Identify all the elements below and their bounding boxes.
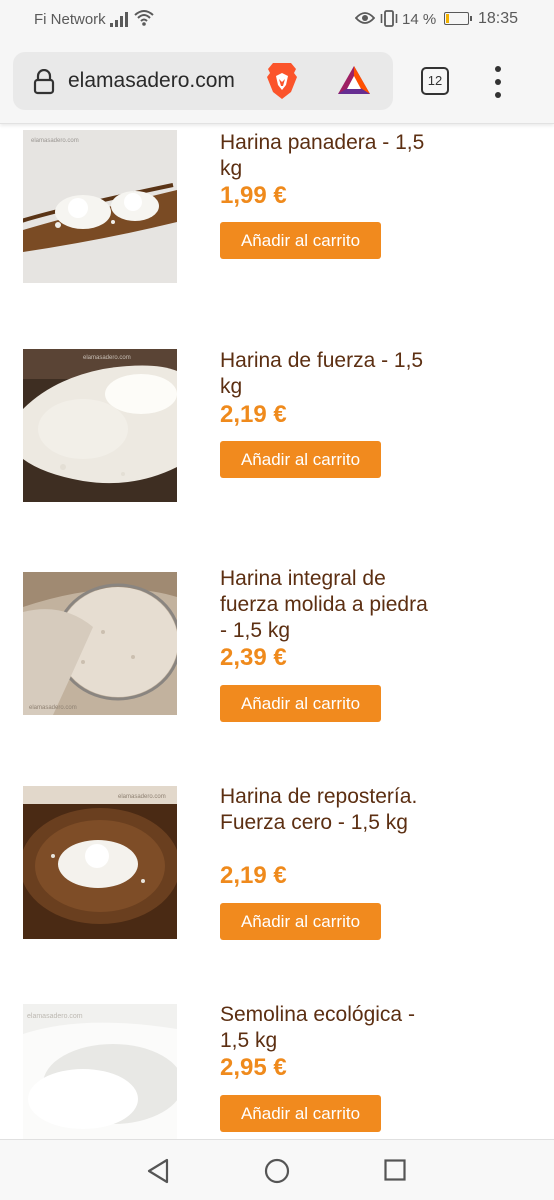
recent-apps-icon[interactable] bbox=[384, 1159, 406, 1181]
product-image[interactable]: elamasadero.com bbox=[23, 349, 177, 502]
product-list: elamasadero.com Harina panadera - 1,5 kg… bbox=[0, 124, 554, 1139]
vibrate-icon bbox=[380, 10, 398, 27]
battery-level-fill bbox=[446, 14, 450, 23]
brave-shields-icon[interactable] bbox=[265, 61, 299, 101]
url-text[interactable]: elamasadero.com bbox=[68, 69, 260, 93]
home-icon[interactable] bbox=[264, 1158, 290, 1184]
image-watermark: elamasadero.com bbox=[83, 355, 131, 361]
product-image[interactable]: elamasadero.com bbox=[23, 1004, 177, 1139]
status-bar: Fi Network 14 % 18:35 bbox=[0, 0, 554, 40]
signal-icon bbox=[110, 11, 130, 27]
product-title[interactable]: Harina de fuerza - 1,5 kg bbox=[220, 348, 430, 400]
add-to-cart-button[interactable]: Añadir al carrito bbox=[220, 903, 381, 940]
clock: 18:35 bbox=[478, 10, 519, 27]
product-image[interactable]: elamasadero.com bbox=[23, 130, 177, 283]
product-price: 1,99 € bbox=[220, 182, 287, 209]
product-price: 2,95 € bbox=[220, 1054, 287, 1081]
battery-icon bbox=[444, 12, 472, 25]
overflow-menu-icon[interactable] bbox=[488, 66, 508, 98]
product-title[interactable]: Harina integral de fuerza molida a piedr… bbox=[220, 566, 430, 644]
product-image[interactable]: elamasadero.com bbox=[23, 572, 177, 715]
add-to-cart-button[interactable]: Añadir al carrito bbox=[220, 1095, 381, 1132]
product-title[interactable]: Harina panadera - 1,5 kg bbox=[220, 130, 430, 182]
add-to-cart-button[interactable]: Añadir al carrito bbox=[220, 685, 381, 722]
product-price: 2,19 € bbox=[220, 862, 287, 889]
image-watermark: elamasadero.com bbox=[29, 705, 77, 711]
lock-icon[interactable] bbox=[33, 69, 55, 95]
tab-switcher-button[interactable]: 12 bbox=[421, 67, 449, 95]
product-image[interactable]: elamasadero.com bbox=[23, 786, 177, 939]
back-icon[interactable] bbox=[146, 1158, 170, 1184]
system-navigation-bar bbox=[0, 1139, 554, 1200]
image-watermark: elamasadero.com bbox=[118, 794, 166, 800]
add-to-cart-button[interactable]: Añadir al carrito bbox=[220, 441, 381, 478]
brave-rewards-icon[interactable] bbox=[336, 64, 372, 96]
battery-percent: 14 % bbox=[402, 11, 437, 28]
product-price: 2,19 € bbox=[220, 401, 287, 428]
address-bar[interactable]: elamasadero.com bbox=[13, 52, 393, 110]
carrier-name: Fi Network bbox=[34, 11, 106, 28]
product-title[interactable]: Semolina ecológica - 1,5 kg bbox=[220, 1002, 430, 1054]
add-to-cart-button[interactable]: Añadir al carrito bbox=[220, 222, 381, 259]
product-title[interactable]: Harina de repostería. Fuerza cero - 1,5 … bbox=[220, 784, 430, 836]
product-price: 2,39 € bbox=[220, 644, 287, 671]
wifi-icon bbox=[134, 10, 154, 26]
eye-comfort-icon bbox=[355, 12, 375, 24]
image-watermark: elamasadero.com bbox=[31, 138, 79, 144]
image-watermark: elamasadero.com bbox=[27, 1013, 83, 1020]
browser-toolbar: elamasadero.com 12 bbox=[0, 40, 554, 124]
